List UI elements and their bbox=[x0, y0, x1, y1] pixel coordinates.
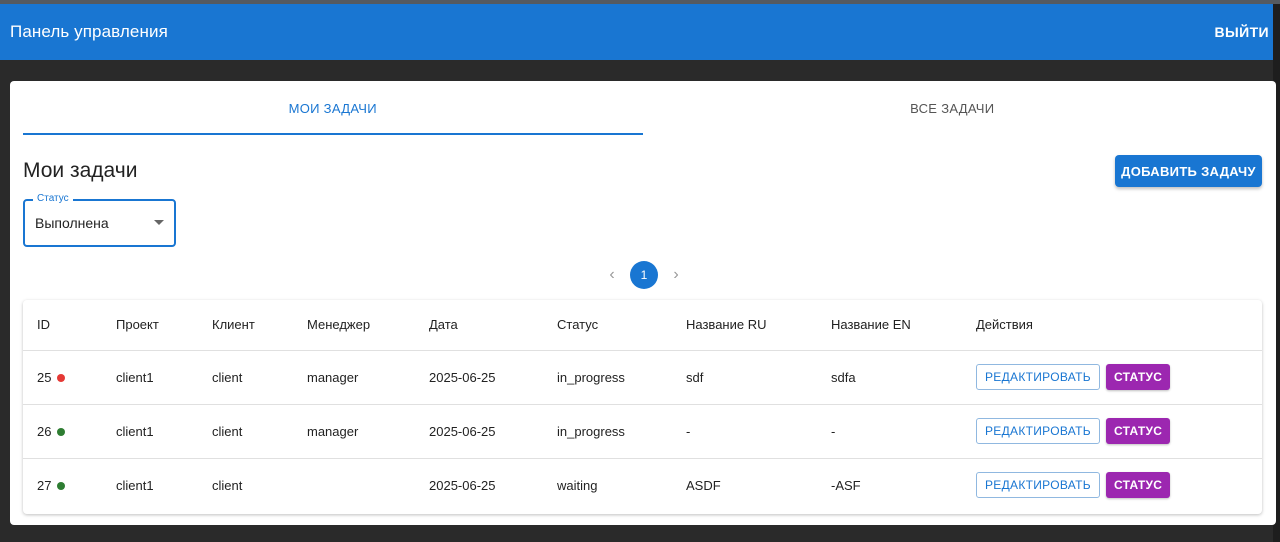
column-header-name-ru: Название RU bbox=[686, 317, 767, 333]
status-dot-icon bbox=[57, 482, 66, 491]
cell-name-en: -ASF bbox=[831, 457, 976, 512]
cell-id: 25 bbox=[23, 349, 116, 404]
status-button[interactable]: СТАТУС bbox=[1105, 418, 1171, 444]
add-task-button[interactable]: ДОБАВИТЬ ЗАДАЧУ bbox=[1115, 155, 1262, 187]
tasks-table: ID Проект Клиент Менеджер Дата Статус На… bbox=[23, 300, 1262, 514]
cell-project: client1 bbox=[116, 403, 212, 458]
cell-manager bbox=[307, 457, 429, 512]
column-header-id: ID bbox=[37, 317, 50, 333]
task-id: 26 bbox=[37, 423, 52, 439]
cell-client: client bbox=[212, 349, 307, 404]
pagination: ‹ 1 › bbox=[600, 260, 688, 290]
cell-status: in_progress bbox=[557, 349, 686, 404]
edit-button[interactable]: РЕДАКТИРОВАТЬ bbox=[976, 472, 1100, 499]
cell-status: waiting bbox=[557, 457, 686, 512]
table-row: 25 client1 client manager 2025-06-25 in_… bbox=[23, 349, 1262, 404]
app-bar: Панель управления ВЫЙТИ bbox=[0, 4, 1273, 60]
tasks-card: МОИ ЗАДАЧИ ВСЕ ЗАДАЧИ Мои задачи ДОБАВИТ… bbox=[10, 81, 1276, 525]
column-header-name-en: Название EN bbox=[831, 317, 911, 333]
app-title: Панель управления bbox=[10, 22, 168, 41]
cell-project: client1 bbox=[116, 457, 212, 512]
cell-actions: РЕДАКТИРОВАТЬ СТАТУС bbox=[976, 403, 1262, 458]
cell-status: in_progress bbox=[557, 403, 686, 458]
tabs-bar: МОИ ЗАДАЧИ ВСЕ ЗАДАЧИ bbox=[23, 81, 1262, 135]
page-title: Мои задачи bbox=[23, 159, 138, 182]
table-row: 26 client1 client manager 2025-06-25 in_… bbox=[23, 403, 1262, 458]
status-dot-icon bbox=[57, 374, 66, 383]
cell-name-ru: sdf bbox=[686, 349, 831, 404]
tab-all-tasks[interactable]: ВСЕ ЗАДАЧИ bbox=[643, 81, 1263, 135]
cell-actions: РЕДАКТИРОВАТЬ СТАТУС bbox=[976, 457, 1262, 512]
cell-id: 27 bbox=[23, 457, 116, 512]
cell-client: client bbox=[212, 403, 307, 458]
cell-project: client1 bbox=[116, 349, 212, 404]
cell-name-ru: ASDF bbox=[686, 457, 831, 512]
edit-button[interactable]: РЕДАКТИРОВАТЬ bbox=[976, 364, 1100, 390]
status-filter-select[interactable]: Статус Выполнена bbox=[23, 193, 176, 247]
status-dot-icon bbox=[57, 428, 66, 437]
cell-date: 2025-06-25 bbox=[429, 403, 557, 458]
cell-actions: РЕДАКТИРОВАТЬ СТАТУС bbox=[976, 349, 1262, 404]
cell-id: 26 bbox=[23, 403, 116, 458]
cell-name-en: sdfa bbox=[831, 349, 976, 404]
cell-manager: manager bbox=[307, 403, 429, 458]
tab-my-tasks[interactable]: МОИ ЗАДАЧИ bbox=[23, 81, 643, 135]
page-button[interactable]: 1 bbox=[630, 261, 658, 289]
column-header-date: Дата bbox=[429, 317, 458, 333]
status-filter-value: Выполнена bbox=[35, 215, 109, 231]
task-id: 25 bbox=[37, 369, 52, 385]
column-header-project: Проект bbox=[116, 317, 159, 333]
cell-name-en: - bbox=[831, 403, 976, 458]
table-row: 27 client1 client 2025-06-25 waiting ASD… bbox=[23, 457, 1262, 512]
cell-client: client bbox=[212, 457, 307, 512]
cell-name-ru: - bbox=[686, 403, 831, 458]
next-page-icon[interactable]: › bbox=[664, 263, 688, 287]
status-button[interactable]: СТАТУС bbox=[1105, 364, 1171, 390]
cell-manager: manager bbox=[307, 349, 429, 404]
status-button[interactable]: СТАТУС bbox=[1105, 472, 1171, 499]
cell-date: 2025-06-25 bbox=[429, 349, 557, 404]
column-header-client: Клиент bbox=[212, 317, 255, 333]
column-header-status: Статус bbox=[557, 317, 599, 333]
dropdown-arrow-icon bbox=[154, 220, 164, 225]
prev-page-icon[interactable]: ‹ bbox=[600, 263, 624, 287]
edit-button[interactable]: РЕДАКТИРОВАТЬ bbox=[976, 418, 1100, 444]
logout-button[interactable]: ВЫЙТИ bbox=[1215, 18, 1270, 46]
table-header-row: ID Проект Клиент Менеджер Дата Статус На… bbox=[23, 300, 1262, 350]
cell-date: 2025-06-25 bbox=[429, 457, 557, 512]
column-header-manager: Менеджер bbox=[307, 317, 371, 333]
task-id: 27 bbox=[37, 477, 52, 493]
column-header-actions: Действия bbox=[976, 317, 1033, 333]
status-filter-label: Статус bbox=[33, 193, 73, 204]
